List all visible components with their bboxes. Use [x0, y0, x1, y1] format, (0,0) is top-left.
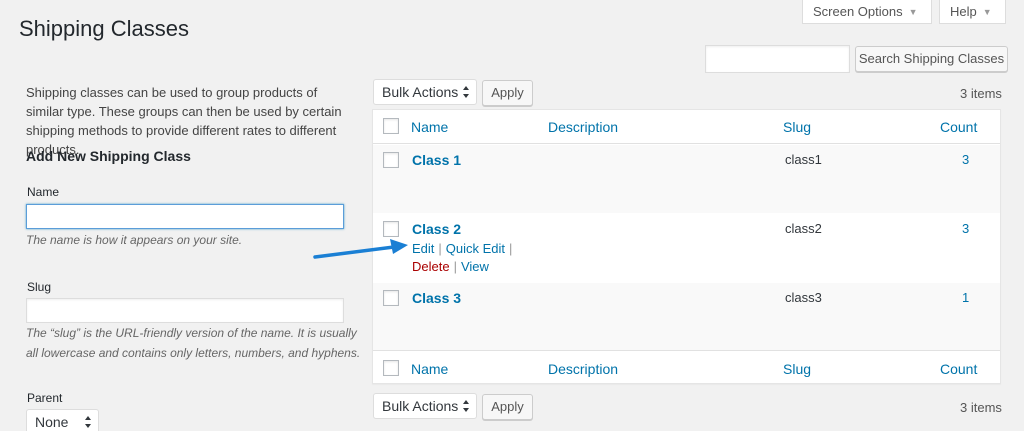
table-footer: Name Description Slug Count: [373, 352, 1000, 384]
table-row: Class 1 class1 3: [373, 145, 1000, 213]
name-field[interactable]: [26, 204, 344, 229]
column-count-footer[interactable]: Count: [940, 361, 977, 377]
search-button[interactable]: Search Shipping Classes: [855, 46, 1008, 72]
table-row: Class 3 class3 1: [373, 283, 1000, 351]
select-updown-icon: [85, 416, 91, 428]
select-updown-icon: [463, 86, 469, 98]
select-updown-icon: [463, 400, 469, 412]
page-title: Shipping Classes: [19, 16, 189, 41]
column-slug[interactable]: Slug: [783, 119, 811, 135]
dropdown-triangle-icon: ▼: [908, 7, 918, 17]
edit-link[interactable]: Edit: [412, 241, 434, 256]
items-count-top: 3 items: [960, 86, 1002, 101]
class-count-link[interactable]: 3: [962, 221, 969, 236]
column-description-footer[interactable]: Description: [548, 361, 618, 377]
delete-link[interactable]: Delete: [412, 259, 450, 274]
form-heading: Add New Shipping Class: [26, 148, 191, 164]
table-row: Class 2 Edit | Quick Edit | Delete | View cla…: [373, 213, 1000, 283]
bulk-actions-label: Bulk Actions: [382, 84, 459, 100]
slug-help: The “slug” is the URL-friendly version o…: [26, 326, 361, 360]
class-count-link[interactable]: 1: [962, 290, 969, 305]
bulk-actions-label: Bulk Actions: [382, 398, 459, 414]
slug-field[interactable]: [26, 298, 344, 323]
class-count-link[interactable]: 3: [962, 152, 969, 167]
annotation-arrow-icon: [313, 239, 408, 259]
column-description[interactable]: Description: [548, 119, 618, 135]
column-count[interactable]: Count: [940, 119, 977, 135]
row-actions: Edit | Quick Edit | Delete | View: [412, 241, 513, 274]
table-header: Name Description Slug Count: [373, 110, 1000, 144]
quick-edit-link[interactable]: Quick Edit: [446, 241, 505, 256]
select-all-checkbox[interactable]: [383, 118, 399, 134]
row-checkbox[interactable]: [383, 221, 399, 237]
shipping-classes-table: Name Description Slug Count Class 1 clas…: [372, 109, 1001, 384]
class-slug: class2: [785, 221, 822, 236]
name-label: Name: [27, 185, 60, 199]
dropdown-triangle-icon: ▼: [982, 7, 992, 17]
view-link[interactable]: View: [461, 259, 489, 274]
column-name-footer[interactable]: Name: [411, 361, 448, 377]
class-name-link[interactable]: Class 3: [412, 290, 461, 306]
screen-options-label: Screen Options: [813, 4, 903, 19]
class-name-link[interactable]: Class 2: [412, 221, 461, 237]
apply-button-bottom[interactable]: Apply: [482, 394, 533, 420]
class-slug: class3: [785, 290, 822, 305]
parent-label: Parent: [27, 391, 63, 405]
search-input[interactable]: [705, 45, 850, 73]
help-tab[interactable]: Help ▼: [939, 0, 1006, 24]
class-name-link[interactable]: Class 1: [412, 152, 461, 168]
screen-options-tab[interactable]: Screen Options ▼: [802, 0, 932, 24]
apply-button-top[interactable]: Apply: [482, 80, 533, 106]
items-count-bottom: 3 items: [960, 400, 1002, 415]
slug-label: Slug: [27, 280, 52, 294]
bulk-actions-select-bottom[interactable]: Bulk Actions: [373, 393, 477, 419]
row-checkbox[interactable]: [383, 152, 399, 168]
column-slug-footer[interactable]: Slug: [783, 361, 811, 377]
help-label: Help: [950, 4, 977, 19]
column-name[interactable]: Name: [411, 119, 448, 135]
parent-select-value: None: [35, 414, 69, 430]
bulk-actions-select-top[interactable]: Bulk Actions: [373, 79, 477, 105]
parent-select[interactable]: None: [26, 409, 99, 431]
row-checkbox[interactable]: [383, 290, 399, 306]
class-slug: class1: [785, 152, 822, 167]
select-all-checkbox-footer[interactable]: [383, 360, 399, 376]
